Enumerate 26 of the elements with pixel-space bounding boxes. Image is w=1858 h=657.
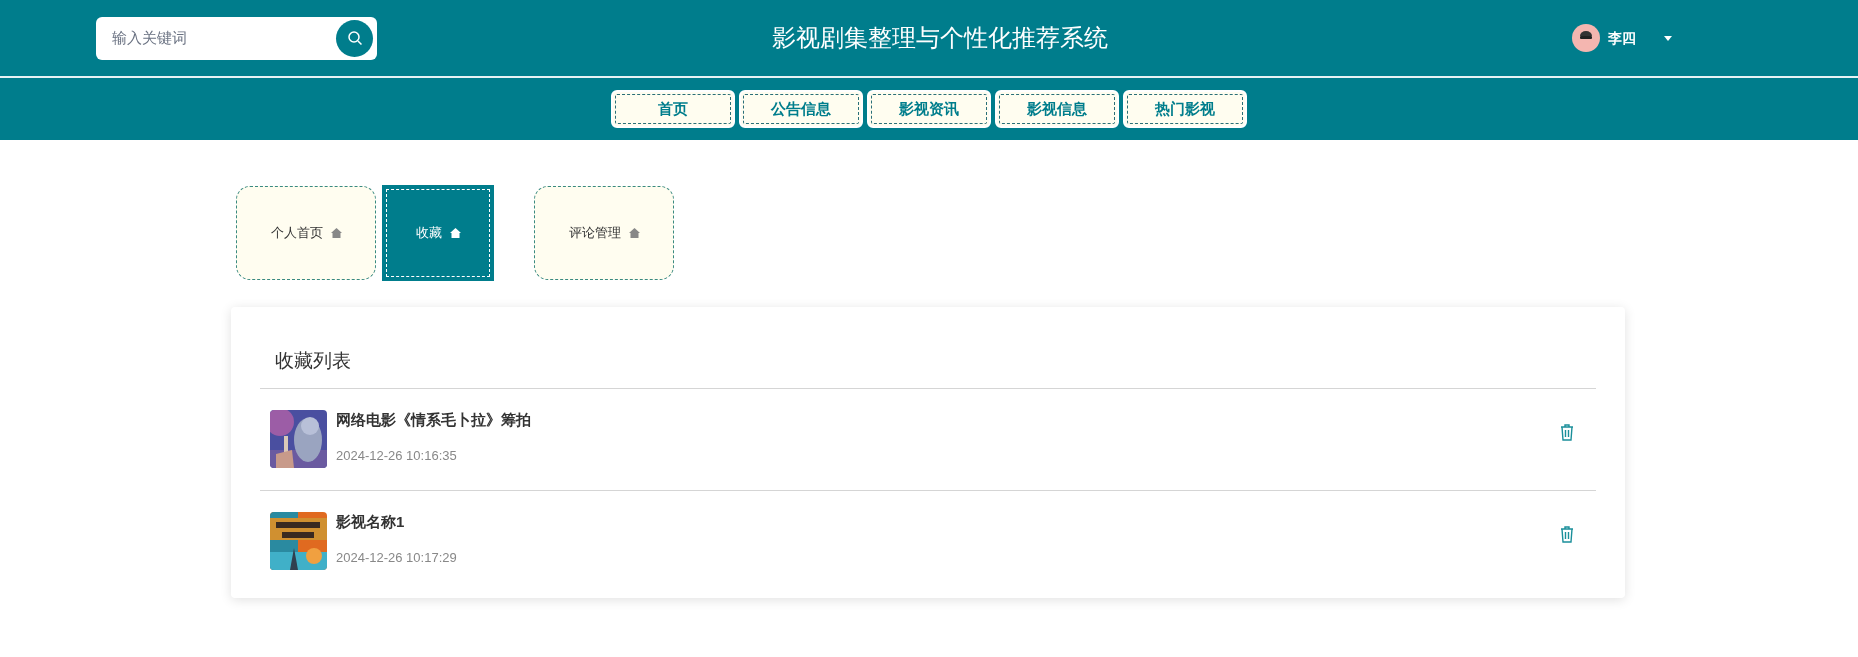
user-name[interactable]: 李四: [1608, 27, 1636, 49]
home-icon: [330, 228, 342, 238]
search-input[interactable]: 输入关键词: [112, 26, 336, 50]
section-title: 收藏列表: [260, 347, 1596, 389]
nav-link[interactable]: 首页: [611, 90, 735, 128]
caret-icon[interactable]: [1664, 35, 1672, 41]
profile-tab[interactable]: 个人首页: [236, 186, 376, 280]
profile-tab[interactable]: 评论管理: [534, 186, 674, 280]
trash-icon[interactable]: [1560, 423, 1574, 441]
item-title[interactable]: 网络电影《情系毛卜拉》筹拍: [336, 409, 1560, 432]
home-icon: [628, 228, 640, 238]
profile-tab[interactable]: 收藏: [382, 185, 494, 281]
nav-link[interactable]: 热门影视: [1123, 90, 1247, 128]
item-time: 2024-12-26 10:16:35: [336, 446, 458, 465]
search-button[interactable]: [336, 19, 373, 57]
nav-link[interactable]: 影视资讯: [867, 90, 991, 128]
nav-link[interactable]: 公告信息: [739, 90, 863, 128]
item-time: 2024-12-26 10:17:29: [336, 548, 458, 567]
avatar-icon: [1572, 24, 1600, 52]
home-icon: [449, 228, 461, 238]
site-title: 影视剧集整理与个性化推荐系统: [771, 23, 1108, 53]
item-title[interactable]: 影视名称1: [336, 511, 1560, 534]
search-field[interactable]: 输入关键词: [96, 16, 377, 60]
nav-link[interactable]: 影视信息: [995, 90, 1119, 128]
search-icon: [346, 30, 363, 46]
trash-icon[interactable]: [1560, 525, 1574, 543]
